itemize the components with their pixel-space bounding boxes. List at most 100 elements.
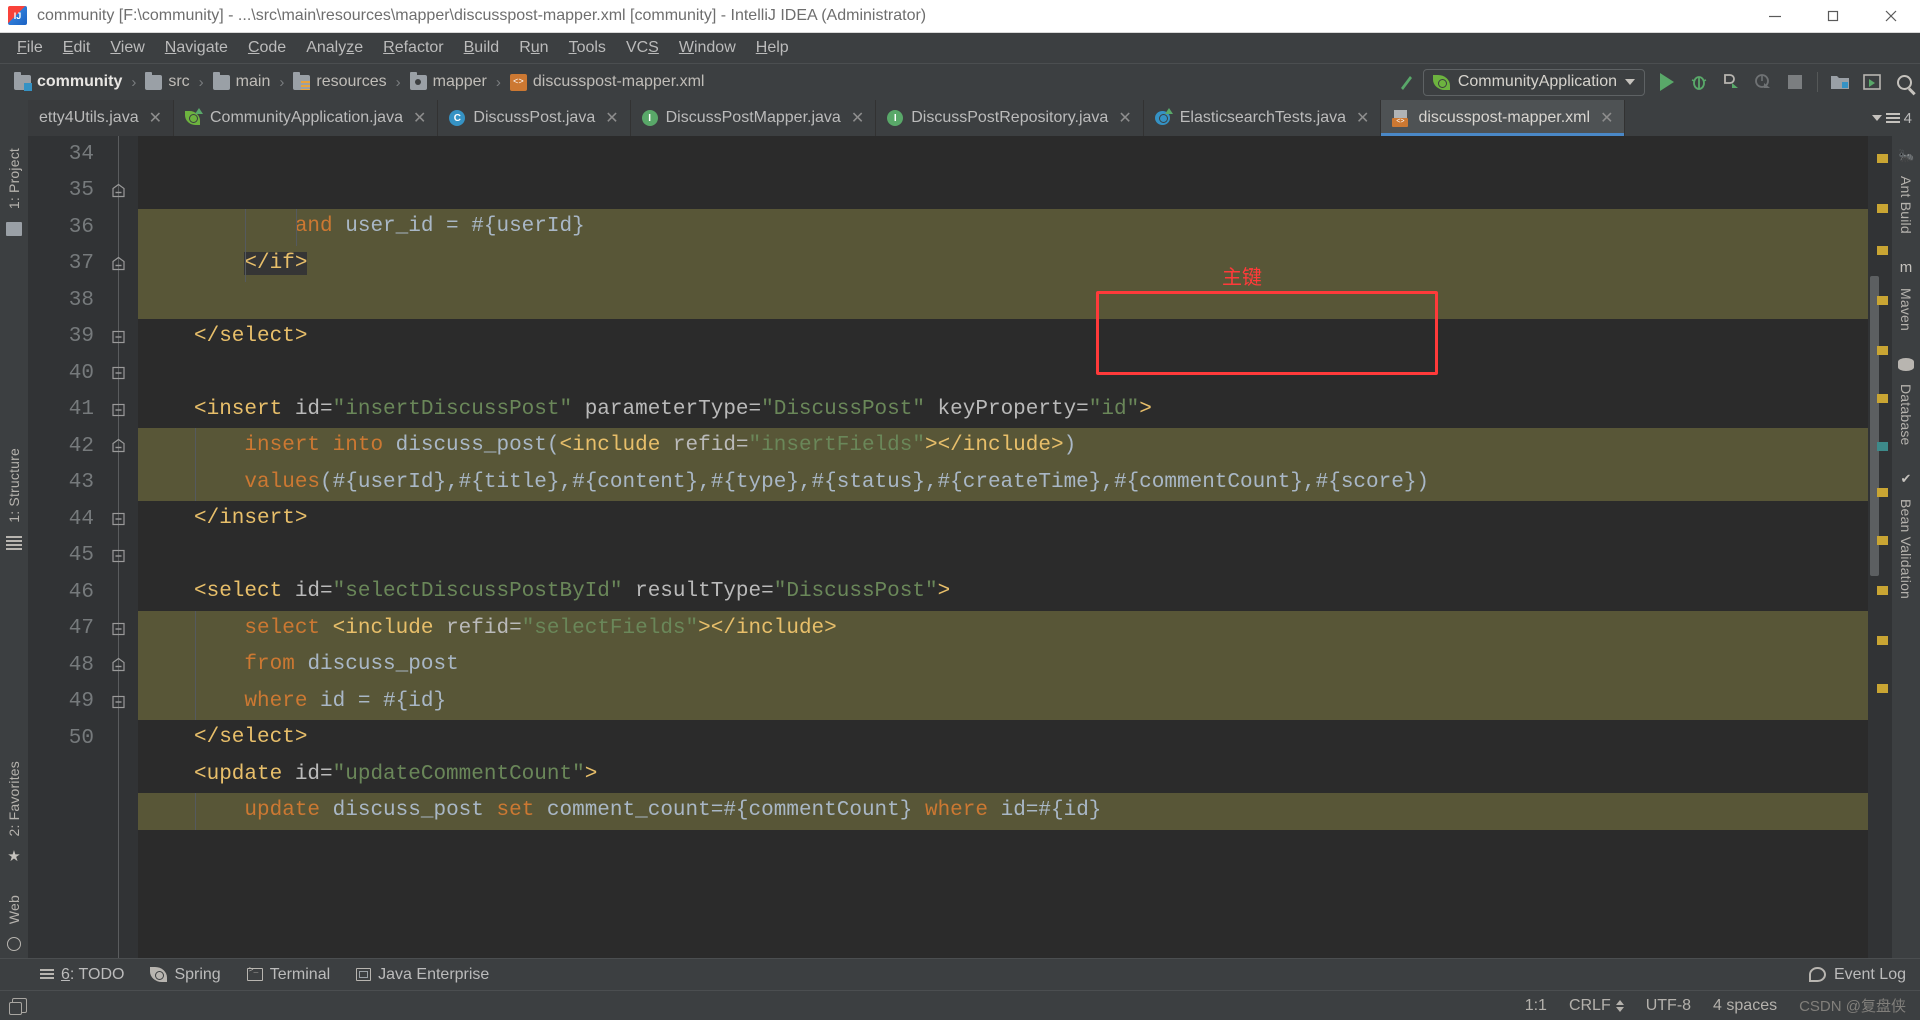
menu-refactor[interactable]: Refactor xyxy=(374,36,452,60)
editor-tab-discusspost-mapper-xml[interactable]: <> discusspost-mapper.xml ✕ xyxy=(1381,100,1626,136)
tool-window-project[interactable]: 1: Project xyxy=(6,142,22,215)
fold-expand-icon[interactable] xyxy=(111,402,126,417)
code-line[interactable]: <update id="updateCommentCount"> xyxy=(138,757,1868,794)
breadcrumb-item-main[interactable]: main xyxy=(209,71,275,91)
code-line[interactable]: and user_id = #{userId} xyxy=(138,209,1868,246)
event-log-button[interactable]: Event Log xyxy=(1808,966,1920,984)
fold-expand-icon[interactable] xyxy=(111,366,126,381)
fold-collapse-icon[interactable] xyxy=(111,658,126,673)
code-line[interactable]: <insert id="insertDiscussPost" parameter… xyxy=(138,392,1868,429)
open-project-button[interactable] xyxy=(1824,67,1856,97)
tool-window-database[interactable]: Database xyxy=(1898,378,1914,452)
code-line[interactable]: </insert> xyxy=(138,501,1868,538)
run-with-coverage-button[interactable] xyxy=(1715,67,1747,97)
profile-button[interactable] xyxy=(1747,67,1779,97)
tool-window-structure[interactable]: 1: Structure xyxy=(6,442,22,529)
search-everywhere-button[interactable] xyxy=(1888,67,1920,97)
gutter-line[interactable]: 50 xyxy=(28,720,138,757)
menu-edit[interactable]: Edit xyxy=(54,36,100,60)
code-line[interactable]: <select id="selectDiscussPostById" resul… xyxy=(138,574,1868,611)
maven-icon[interactable]: m xyxy=(1898,260,1914,275)
code-line[interactable]: from discuss_post xyxy=(138,647,1868,684)
close-icon[interactable]: ✕ xyxy=(149,108,162,128)
gutter-line[interactable]: 43 xyxy=(28,465,138,502)
star-icon[interactable]: ★ xyxy=(6,849,22,864)
close-icon[interactable]: ✕ xyxy=(413,108,426,128)
menu-window[interactable]: Window xyxy=(670,36,745,60)
gutter-line[interactable]: 45 xyxy=(28,538,138,575)
gutter-line[interactable]: 48 xyxy=(28,647,138,684)
breadcrumb-item-file[interactable]: discusspost-mapper.xml xyxy=(506,73,709,91)
ant-build-icon[interactable]: 🐜 xyxy=(1898,149,1914,163)
gutter-line[interactable]: 49 xyxy=(28,684,138,721)
code-line[interactable] xyxy=(138,538,1868,575)
gutter-line[interactable]: 40 xyxy=(28,355,138,392)
close-icon[interactable]: ✕ xyxy=(1356,108,1369,128)
fold-expand-icon[interactable] xyxy=(111,329,126,344)
build-project-button[interactable] xyxy=(1391,67,1423,97)
fold-collapse-icon[interactable] xyxy=(111,256,126,271)
menu-view[interactable]: View xyxy=(101,36,153,60)
menu-code[interactable]: Code xyxy=(239,36,295,60)
code-line[interactable]: update discuss_post set comment_count=#{… xyxy=(138,793,1868,830)
close-icon[interactable]: ✕ xyxy=(1600,108,1613,128)
gutter-line[interactable]: 34 xyxy=(28,136,138,173)
tool-window-bean-validation[interactable]: Bean Validation xyxy=(1898,493,1914,605)
menu-run[interactable]: Run xyxy=(510,36,557,60)
run-anything-button[interactable] xyxy=(1856,67,1888,97)
status-encoding[interactable]: UTF-8 xyxy=(1646,997,1691,1015)
breadcrumb-item-resources[interactable]: resources xyxy=(289,71,390,91)
code-editor[interactable]: 34 35 36 37 38 39 40 41 42 43 44 45 46 47 48 49 50 and u… xyxy=(28,136,1892,958)
gutter-line[interactable]: 39 xyxy=(28,319,138,356)
editor-tab-elasticsearchtests[interactable]: ElasticsearchTests.java ✕ xyxy=(1143,100,1382,136)
menu-analyze[interactable]: Analyze xyxy=(297,36,372,60)
stop-button[interactable] xyxy=(1779,67,1811,97)
editor-tab-netty4utils[interactable]: etty4Utils.java ✕ xyxy=(28,100,174,136)
editor-scrollbar-thumb[interactable] xyxy=(1870,276,1879,576)
fold-expand-icon[interactable] xyxy=(111,512,126,527)
close-button[interactable] xyxy=(1862,0,1920,32)
close-icon[interactable]: ✕ xyxy=(851,108,864,128)
database-icon[interactable] xyxy=(1898,357,1914,371)
status-caret-position[interactable]: 1:1 xyxy=(1525,997,1547,1015)
project-folder-icon[interactable] xyxy=(6,222,22,237)
code-line[interactable]: </select> xyxy=(138,319,1868,356)
editor-gutter[interactable]: 34 35 36 37 38 39 40 41 42 43 44 45 46 47 48 49 50 xyxy=(28,136,138,958)
tab-overflow-button[interactable]: 4 xyxy=(1864,100,1920,136)
gutter-line[interactable]: 44 xyxy=(28,501,138,538)
status-line-separator[interactable]: CRLF xyxy=(1569,997,1624,1015)
tool-window-web[interactable]: Web xyxy=(6,889,22,930)
fold-expand-icon[interactable] xyxy=(111,621,126,636)
tool-window-todo[interactable]: 6: TODO xyxy=(40,966,124,984)
gutter-line[interactable]: 35 xyxy=(28,173,138,210)
tool-window-java-enterprise[interactable]: Java Enterprise xyxy=(356,966,489,984)
code-line[interactable]: values(#{userId},#{title},#{content},#{t… xyxy=(138,464,1868,501)
gutter-line[interactable]: 46 xyxy=(28,574,138,611)
menu-tools[interactable]: Tools xyxy=(560,36,615,60)
bean-validation-icon[interactable]: ✔ xyxy=(1898,472,1914,486)
breadcrumb-item-src[interactable]: src xyxy=(141,71,193,91)
toggle-tool-windows-icon[interactable] xyxy=(9,998,27,1015)
structure-icon[interactable] xyxy=(6,535,22,550)
gutter-line[interactable]: 37 xyxy=(28,246,138,283)
gutter-line[interactable]: 47 xyxy=(28,611,138,648)
editor-tab-communityapplication[interactable]: CommunityApplication.java ✕ xyxy=(174,100,439,136)
gutter-line[interactable]: 41 xyxy=(28,392,138,429)
fold-expand-icon[interactable] xyxy=(111,694,126,709)
editor-marker-bar[interactable] xyxy=(1868,136,1892,958)
tool-window-terminal[interactable]: Terminal xyxy=(246,966,330,984)
code-line[interactable] xyxy=(138,355,1868,392)
menu-vcs[interactable]: VCS xyxy=(617,36,668,60)
gutter-line[interactable]: 36 xyxy=(28,209,138,246)
tool-window-maven[interactable]: Maven xyxy=(1898,282,1914,337)
code-text-area[interactable]: and user_id = #{userId} </if> </select> <i… xyxy=(138,136,1868,958)
gutter-line[interactable]: 42 xyxy=(28,428,138,465)
editor-tab-discusspostrepository[interactable]: I DiscussPostRepository.java ✕ xyxy=(876,100,1144,136)
tool-window-favorites[interactable]: 2: Favorites xyxy=(6,755,22,843)
breadcrumb-item-community[interactable]: community xyxy=(10,71,126,91)
editor-tab-discusspost[interactable]: C DiscussPost.java ✕ xyxy=(438,100,631,136)
code-line[interactable]: where id = #{id} xyxy=(138,683,1868,720)
minimize-button[interactable] xyxy=(1746,0,1804,32)
menu-build[interactable]: Build xyxy=(455,36,509,60)
run-configuration-selector[interactable]: CommunityApplication xyxy=(1422,68,1645,96)
